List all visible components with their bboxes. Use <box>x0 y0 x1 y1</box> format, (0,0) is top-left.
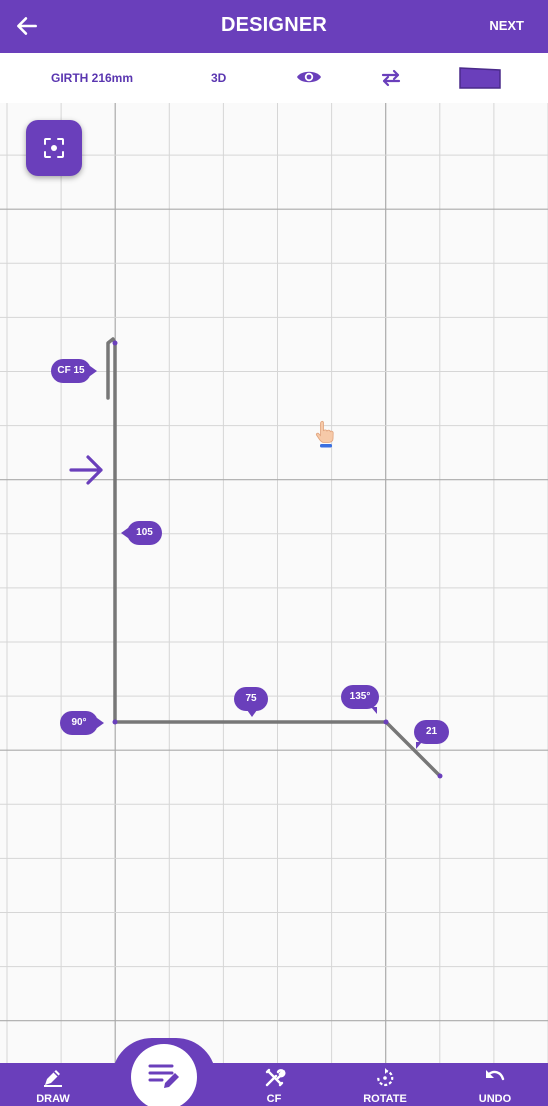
nav-undo[interactable]: UNDO <box>472 1063 518 1106</box>
angle-label[interactable]: 135° <box>341 685 379 714</box>
nav-draw[interactable]: DRAW <box>30 1063 76 1106</box>
vertex-point[interactable] <box>112 340 118 346</box>
app-header: DESIGNER NEXT <box>0 0 548 53</box>
nav-rotate-label: ROTATE <box>363 1093 407 1105</box>
arrow-left-icon[interactable] <box>14 13 40 39</box>
vertex-point[interactable] <box>383 719 389 725</box>
bottom-navigation: DRAW CF ROTATE UNDO <box>0 1063 548 1106</box>
swap-arrows-icon[interactable] <box>380 68 402 88</box>
flashing-profile <box>106 337 443 779</box>
profile-line <box>106 337 442 778</box>
nav-rotate[interactable]: ROTATE <box>355 1063 415 1106</box>
nav-cf-label: CF <box>266 1093 282 1105</box>
tools-wrench-icon <box>265 1068 286 1087</box>
nav-cf[interactable]: CF <box>254 1063 294 1106</box>
designer-toolbar: GIRTH 216mm 3D <box>0 53 548 103</box>
segment-length-label[interactable]: 75 <box>234 687 268 717</box>
crushfold-label[interactable]: CF 15 <box>51 359 97 383</box>
grid-canvas <box>0 103 548 1065</box>
view-3d-button[interactable]: 3D <box>211 71 226 85</box>
rotate-icon <box>377 1068 394 1087</box>
vertex-point[interactable] <box>112 719 118 725</box>
edit-list-fab[interactable] <box>131 1044 197 1106</box>
vertex-point[interactable] <box>437 773 443 779</box>
next-button[interactable]: NEXT <box>489 18 524 33</box>
nav-undo-label: UNDO <box>478 1093 512 1105</box>
draw-pencil-icon <box>44 1070 62 1087</box>
eye-icon[interactable] <box>296 68 322 86</box>
hand-pointer-icon <box>315 420 334 448</box>
angle-label[interactable]: 90° <box>60 711 104 735</box>
segment-length-label[interactable]: 105 <box>121 521 162 545</box>
direction-arrow-icon[interactable] <box>68 453 106 487</box>
center-focus-button[interactable] <box>26 120 82 176</box>
page-title: DESIGNER <box>220 14 328 36</box>
segment-length-label[interactable]: 21 <box>414 720 449 749</box>
focus-target-icon <box>44 138 64 158</box>
drawing-canvas[interactable]: CF 15 105 75 21 90° 135° <box>0 103 548 1065</box>
undo-icon <box>486 1070 505 1081</box>
trapezoid-shape-icon[interactable] <box>458 66 502 90</box>
girth-readout: GIRTH 216mm <box>51 71 134 85</box>
nav-draw-label: DRAW <box>36 1093 70 1105</box>
edit-list-icon <box>148 1064 179 1088</box>
